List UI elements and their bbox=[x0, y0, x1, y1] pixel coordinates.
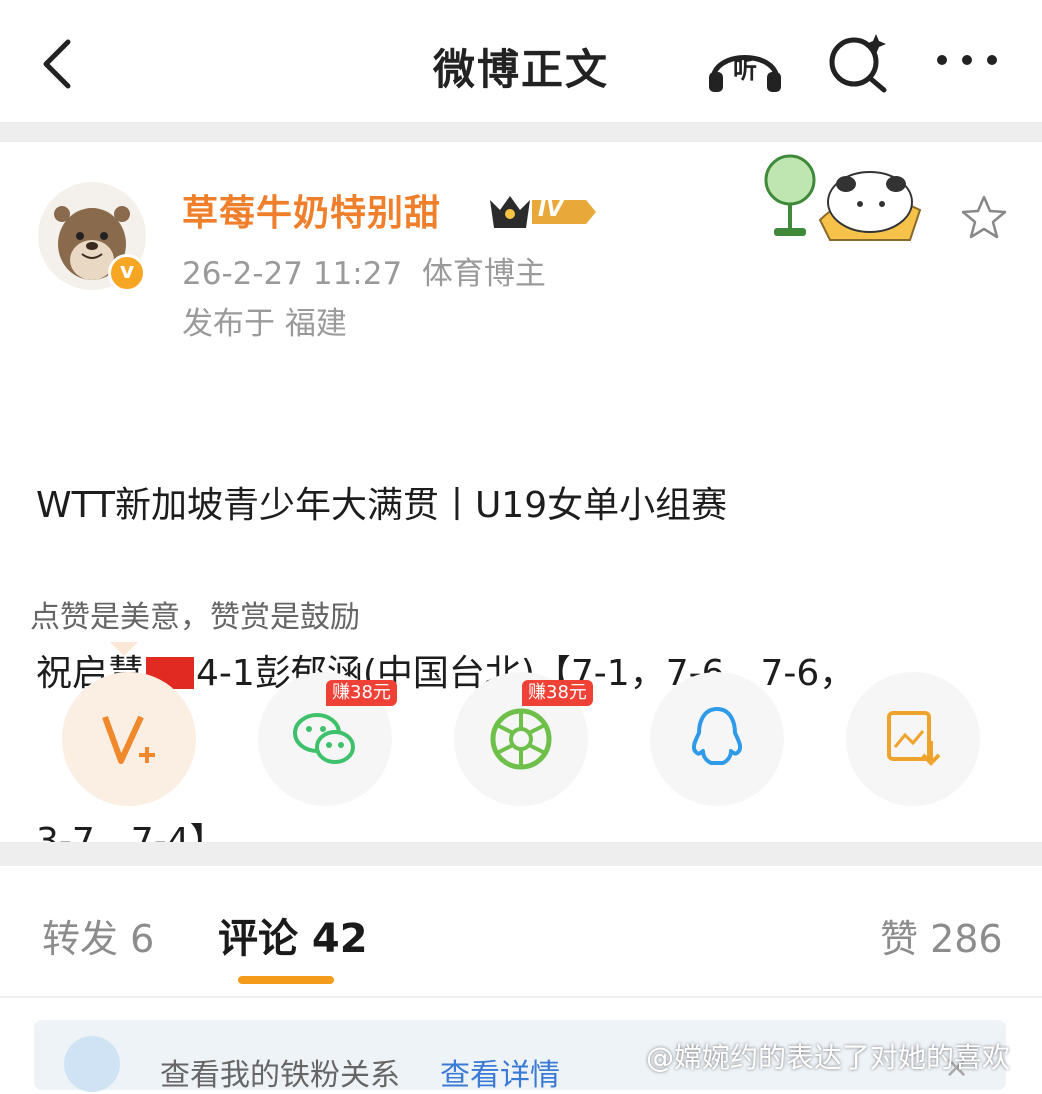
listen-label[interactable]: 听 bbox=[725, 50, 765, 85]
reward-tag-moments: 赚38元 bbox=[522, 680, 593, 706]
active-tab-indicator bbox=[238, 976, 334, 984]
star-favorite-icon[interactable] bbox=[960, 194, 1008, 242]
tab-comment[interactable]: 评论 42 bbox=[218, 906, 368, 964]
tab-repost[interactable]: 转发 6 bbox=[42, 908, 154, 963]
section-divider bbox=[0, 122, 1042, 142]
panda-sticker-icon bbox=[764, 154, 922, 241]
tab-like[interactable]: 赞 286 bbox=[880, 908, 1003, 963]
author-name[interactable]: 草莓牛奶特别甜 bbox=[182, 184, 441, 236]
fan-relation-text: 查看我的铁粉关系 bbox=[160, 1058, 400, 1093]
post-location: 发布于 福建 bbox=[182, 306, 347, 342]
vip-level: IV bbox=[538, 197, 564, 222]
qq-icon bbox=[691, 707, 743, 765]
reward-tag-wechat: 赚38元 bbox=[326, 680, 397, 706]
moments-icon bbox=[490, 708, 552, 770]
wechat-icon bbox=[293, 713, 355, 764]
watermark: @嫦婉约的表达了对她的喜欢 bbox=[646, 1041, 1011, 1074]
divider bbox=[0, 996, 1042, 998]
fan-badge-icon bbox=[64, 1036, 120, 1092]
post-meta: 26-2-27 11:27 体育博主 bbox=[182, 256, 546, 292]
reward-hint-pointer bbox=[110, 642, 138, 656]
fan-detail-link[interactable]: 查看详情 bbox=[440, 1050, 560, 1094]
post-line-1: WTT新加坡青少年大满贯丨U19女单小组赛 bbox=[36, 485, 728, 526]
search-ai-icon[interactable] bbox=[826, 30, 890, 94]
v-plus-icon bbox=[102, 715, 155, 764]
more-dots-icon[interactable] bbox=[932, 50, 1002, 70]
save-image-icon bbox=[887, 711, 941, 766]
verified-badge: v bbox=[108, 254, 146, 292]
save-image-button[interactable] bbox=[846, 672, 980, 806]
section-divider bbox=[0, 842, 1042, 866]
v-plus-button[interactable] bbox=[62, 672, 196, 806]
reward-hint: 点赞是美意，赞赏是鼓励 bbox=[30, 600, 360, 635]
qq-share-button[interactable] bbox=[650, 672, 784, 806]
verified-mark: v bbox=[119, 259, 135, 284]
